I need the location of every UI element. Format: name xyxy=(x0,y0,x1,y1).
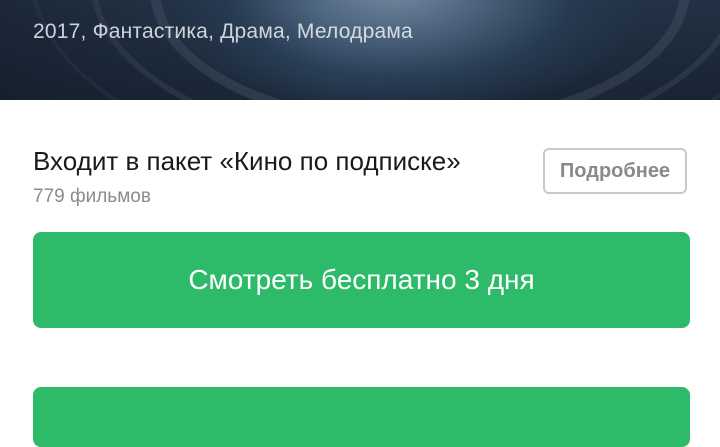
watch-free-button[interactable]: Смотреть бесплатно 3 дня xyxy=(33,232,690,328)
movie-meta: 2017, Фантастика, Драма, Мелодрама xyxy=(33,20,413,43)
package-film-count: 779 фильмов xyxy=(33,186,151,207)
hero-poster: 2017, Фантастика, Драма, Мелодрама xyxy=(0,0,720,100)
more-details-button[interactable]: Подробнее xyxy=(543,148,687,194)
package-title: Входит в пакет «Кино по подписке» xyxy=(33,146,461,176)
secondary-action-button[interactable] xyxy=(33,387,690,447)
poster-shade xyxy=(0,0,720,100)
